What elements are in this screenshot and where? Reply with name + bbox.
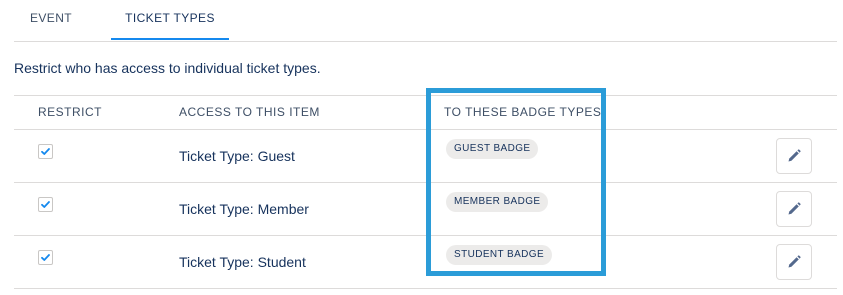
pencil-icon xyxy=(788,202,801,215)
access-item-label: Ticket Type: Member xyxy=(179,201,309,217)
edit-button[interactable] xyxy=(776,138,812,174)
ticket-restrictions-table: RESTRICT ACCESS TO THIS ITEM TO THESE BA… xyxy=(14,95,837,289)
badge-pill: MEMBER BADGE xyxy=(446,192,549,212)
badge-pill: GUEST BADGE xyxy=(446,139,539,159)
table-row: Ticket Type: Member MEMBER BADGE xyxy=(14,183,837,236)
access-item-label: Ticket Type: Guest xyxy=(179,148,295,164)
pencil-icon xyxy=(788,149,801,162)
tab-ticket-types[interactable]: TICKET TYPES xyxy=(111,0,229,40)
badge-pill: STUDENT BADGE xyxy=(446,245,553,265)
tab-bar: EVENT TICKET TYPES xyxy=(14,0,837,42)
pencil-icon xyxy=(788,255,801,268)
table-row: Ticket Type: Guest GUEST BADGE xyxy=(14,130,837,183)
tab-ticket-types-label: TICKET TYPES xyxy=(125,11,215,25)
restrict-checkbox[interactable] xyxy=(38,197,53,212)
restrict-checkbox[interactable] xyxy=(38,250,53,265)
check-icon xyxy=(41,201,50,208)
table-row: Ticket Type: Student STUDENT BADGE xyxy=(14,236,837,289)
header-restrict: RESTRICT xyxy=(38,105,102,119)
active-tab-indicator xyxy=(111,38,229,40)
check-icon xyxy=(41,148,50,155)
page-description: Restrict who has access to individual ti… xyxy=(14,60,321,76)
header-access: ACCESS TO THIS ITEM xyxy=(179,105,320,119)
check-icon xyxy=(41,254,50,261)
edit-button[interactable] xyxy=(776,191,812,227)
access-item-label: Ticket Type: Student xyxy=(179,254,306,270)
tab-event[interactable]: EVENT xyxy=(30,0,72,40)
restrict-checkbox[interactable] xyxy=(38,144,53,159)
header-badge-types: TO THESE BADGE TYPES xyxy=(444,105,602,119)
edit-button[interactable] xyxy=(776,244,812,280)
table-header: RESTRICT ACCESS TO THIS ITEM TO THESE BA… xyxy=(14,95,837,130)
